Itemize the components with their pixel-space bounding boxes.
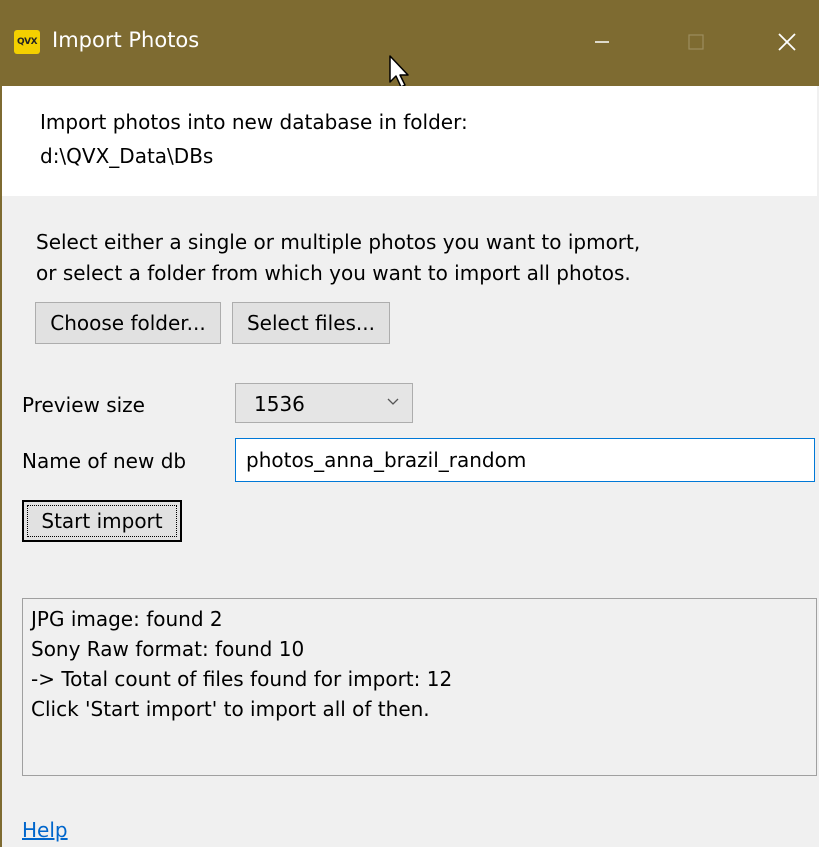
window-border [0, 86, 2, 847]
start-import-button[interactable]: Start import [22, 500, 182, 542]
chevron-down-icon [387, 398, 399, 405]
preview-size-value: 1536 [254, 392, 305, 416]
log-line: JPG image: found 2 [31, 607, 223, 631]
info-panel: Import photos into new database in folde… [0, 86, 817, 196]
log-line: Sony Raw format: found 10 [31, 637, 305, 661]
window-title: Import Photos [52, 28, 200, 52]
maximize-button [666, 14, 726, 70]
minimize-icon [595, 41, 609, 43]
preview-size-label: Preview size [22, 393, 145, 417]
info-description: Import photos into new database in folde… [40, 110, 468, 134]
select-files-button[interactable]: Select files... [232, 302, 390, 344]
log-line: -> Total count of files found for import… [31, 667, 453, 691]
log-line: Click 'Start import' to import all of th… [31, 697, 430, 721]
close-icon [778, 33, 796, 51]
title-bar[interactable]: QVX Import Photos [0, 0, 819, 88]
instruction-line-1: Select either a single or multiple photo… [36, 230, 641, 254]
maximize-icon [688, 34, 704, 50]
db-name-label: Name of new db [22, 449, 187, 473]
close-button[interactable] [757, 14, 817, 70]
preview-size-select[interactable]: 1536 [235, 383, 413, 423]
help-link[interactable]: Help [22, 818, 68, 842]
minimize-button[interactable] [572, 14, 632, 70]
import-log: JPG image: found 2 Sony Raw format: foun… [22, 598, 817, 776]
db-name-input[interactable] [235, 438, 815, 482]
mouse-cursor-icon [389, 55, 409, 88]
choose-folder-button[interactable]: Choose folder... [35, 302, 221, 344]
target-folder-path: d:\QVX_Data\DBs [40, 144, 214, 168]
app-icon: QVX [14, 30, 40, 54]
instruction-line-2: or select a folder from which you want t… [36, 261, 631, 285]
